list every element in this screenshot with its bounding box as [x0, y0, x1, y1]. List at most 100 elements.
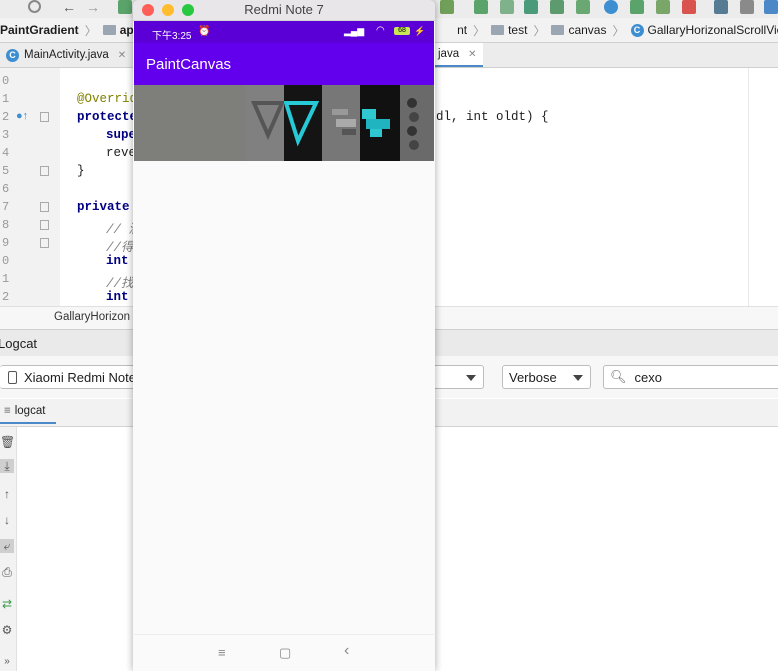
device-name: Xiaomi Redmi Note: [24, 369, 136, 385]
gallery-image[interactable]: [400, 85, 434, 161]
charging-icon: ⚡: [414, 26, 426, 36]
zoom-window-button[interactable]: [182, 4, 194, 16]
firebase-icon[interactable]: [604, 0, 618, 14]
logcat-side-toolbar: 🗑︎ ⤓ ↑ ↓ ⤶ ⎙ ⇄ ⚙ »: [0, 427, 17, 671]
line-number: 8: [2, 218, 10, 232]
more-icon[interactable]: »: [0, 655, 14, 669]
fold-icon[interactable]: [40, 112, 49, 122]
code-line[interactable]: int: [106, 290, 129, 304]
override-marker-icon[interactable]: ●↑: [16, 110, 28, 122]
gallery-image[interactable]: [322, 85, 360, 161]
code-line[interactable]: supe: [106, 128, 136, 142]
triangle-logo-image: [250, 101, 286, 140]
app-content-area: [134, 161, 434, 633]
fold-icon[interactable]: [40, 238, 49, 248]
close-icon[interactable]: ✕: [468, 49, 476, 60]
tab-logcat[interactable]: ≡ logcat: [0, 399, 56, 424]
code-line[interactable]: reve: [106, 146, 136, 160]
breadcrumb-package-tail[interactable]: nt 〉: [457, 22, 485, 39]
home-nav-icon[interactable]: ▢: [279, 645, 291, 661]
scroll-to-end-icon[interactable]: ⤓: [0, 459, 14, 473]
list-icon: ≡: [4, 404, 11, 417]
minimize-window-button[interactable]: [162, 4, 174, 16]
breadcrumb-canvas[interactable]: canvas 〉: [551, 22, 625, 39]
app-toolbar: PaintCanvas: [134, 43, 434, 85]
back-nav-icon[interactable]: ‹: [344, 642, 349, 660]
cyan-pixel-image: [362, 109, 390, 137]
line-number: 1: [2, 92, 10, 106]
phone-status-bar: 下午3:25 ⏰ ▂▄▆ ◠ 68 ⚡: [134, 21, 434, 43]
close-window-button[interactable]: [142, 4, 154, 16]
gallery-horizontal-scroll[interactable]: [134, 85, 434, 161]
layout-inspector-icon[interactable]: [630, 0, 644, 14]
editor-breadcrumb-label[interactable]: GallaryHorizon: [54, 311, 130, 323]
apply-changes-icon[interactable]: [550, 0, 564, 14]
chain-pixel-image: [407, 98, 419, 150]
app-title: PaintCanvas: [146, 56, 232, 73]
back-arrow-icon[interactable]: ←: [62, 0, 76, 14]
search-value: cexo: [634, 369, 662, 385]
chevron-down-icon: [466, 375, 476, 381]
log-level-select[interactable]: Verbose: [502, 365, 591, 389]
coverage-icon[interactable]: [656, 0, 670, 14]
sdk-manager-icon[interactable]: [740, 0, 754, 14]
arrow-up-icon[interactable]: ↑: [0, 487, 14, 501]
avd-manager-icon[interactable]: [714, 0, 728, 14]
attach-icon[interactable]: [524, 0, 538, 14]
class-icon: C: [6, 48, 19, 62]
fold-icon[interactable]: [40, 220, 49, 230]
code-line-tail[interactable]: dl, int oldt) {: [436, 110, 549, 124]
tab-mainactivity[interactable]: C MainActivity.java ✕: [0, 43, 132, 67]
fold-icon[interactable]: [40, 166, 49, 176]
code-line[interactable]: int: [106, 254, 129, 268]
code-line[interactable]: protecte: [77, 110, 137, 124]
phone-nav-bar: ≡ ▢ ‹: [134, 634, 434, 671]
line-number-gutter: 0 1 2 3 4 5 6 7 8 9 0 1 2 ●↑: [0, 68, 61, 306]
folder-icon: [551, 25, 565, 35]
logcat-search-input[interactable]: 🔍︎ cexo: [603, 365, 778, 389]
line-number: 1: [2, 272, 10, 286]
trash-icon[interactable]: 🗑︎: [0, 435, 15, 449]
line-number: 0: [2, 254, 10, 268]
line-number: 4: [2, 146, 10, 160]
profile-icon[interactable]: [500, 0, 514, 14]
battery-icon: 68: [394, 27, 410, 35]
line-number: 2: [2, 290, 10, 304]
gear-icon[interactable]: ⚙: [0, 623, 14, 637]
gallery-image[interactable]: [246, 85, 286, 161]
line-number: 6: [2, 182, 10, 196]
apply-code-icon[interactable]: [576, 0, 590, 14]
arrow-down-icon[interactable]: ↓: [0, 513, 14, 527]
print-icon[interactable]: ⎙: [0, 565, 14, 579]
stop-icon[interactable]: [682, 0, 696, 14]
log-level-value: Verbose: [509, 369, 557, 385]
breadcrumb-test[interactable]: test 〉: [491, 22, 545, 39]
debug-icon[interactable]: [474, 0, 488, 14]
line-number: 2: [2, 110, 10, 124]
forward-arrow-icon[interactable]: →: [86, 0, 100, 14]
device-file-icon[interactable]: [764, 0, 778, 14]
emulator-title-bar[interactable]: Redmi Note 7: [133, 0, 435, 21]
sync-icon[interactable]: [28, 0, 41, 13]
folder-icon: [491, 25, 505, 35]
run-config-icon[interactable]: [440, 0, 454, 14]
tab-current-file[interactable]: java ✕: [432, 43, 483, 67]
menu-nav-icon[interactable]: ≡: [218, 645, 226, 660]
restart-icon[interactable]: ⇄: [0, 597, 14, 611]
gallery-image[interactable]: [134, 85, 246, 161]
wifi-icon: ◠: [376, 25, 385, 36]
soft-wrap-icon[interactable]: ⤶: [0, 539, 14, 553]
fold-icon[interactable]: [40, 202, 49, 212]
breadcrumb-project[interactable]: PaintGradient 〉: [0, 22, 97, 39]
breadcrumb-class[interactable]: C GallaryHorizonalScrollView: [630, 23, 778, 37]
code-line[interactable]: }: [77, 164, 85, 178]
code-line[interactable]: private: [77, 200, 130, 214]
emulator-window: Redmi Note 7 下午3:25 ⏰ ▂▄▆ ◠ 68 ⚡ PaintCa…: [133, 0, 435, 671]
close-icon[interactable]: ✕: [118, 50, 126, 61]
gallery-image[interactable]: [283, 85, 322, 161]
search-icon: 🔍︎: [610, 369, 627, 384]
code-line[interactable]: @Overrid: [77, 92, 137, 106]
gallery-image[interactable]: [360, 85, 400, 161]
hammer-icon[interactable]: [118, 0, 132, 14]
folder-icon: [102, 25, 116, 35]
